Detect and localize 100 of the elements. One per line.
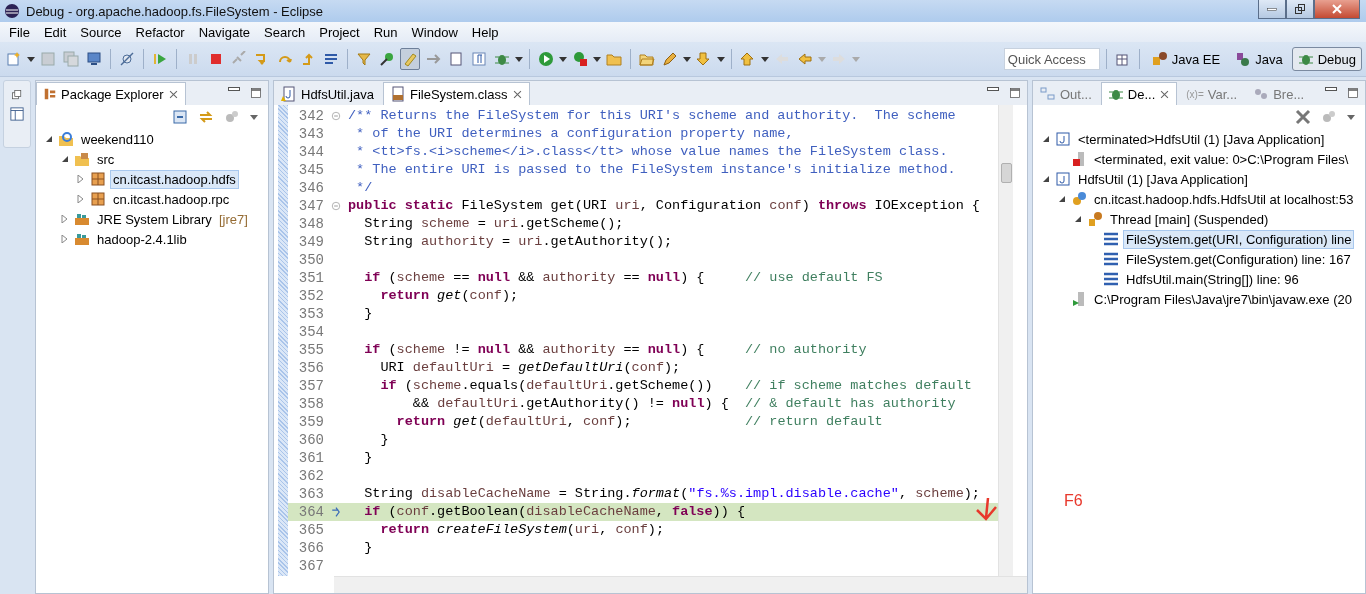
expanded-arrow-icon[interactable] (61, 155, 69, 163)
collapsed-arrow-icon[interactable] (61, 235, 69, 243)
tree-item[interactable]: FileSystem.get(Configuration) line: 167 (1123, 249, 1354, 269)
expanded-arrow-icon[interactable] (1074, 215, 1082, 223)
perspective-button[interactable]: Debug (1291, 47, 1362, 71)
menu-item[interactable]: Navigate (191, 24, 257, 40)
minimize-icon[interactable] (1325, 87, 1337, 91)
collapsed-arrow-icon[interactable] (77, 195, 85, 203)
menu-item[interactable]: Edit (36, 24, 74, 40)
editor-tab[interactable]: FileSystem.class (382, 82, 530, 105)
minimize-icon[interactable] (987, 87, 999, 91)
tree-item[interactable]: cn.itcast.hadoop.hdfs (110, 169, 239, 189)
expanded-arrow-icon[interactable] (1042, 135, 1050, 143)
package-icon (90, 191, 106, 207)
line-number: 361 (297, 450, 324, 466)
code-line: String authority = uri.getAuthority(); (363, 233, 673, 251)
save-icon (40, 51, 56, 67)
fold-icon (331, 201, 341, 211)
tree-item[interactable]: src (94, 149, 118, 169)
code-line: return get(defaultUri, conf); // return default (395, 413, 883, 431)
code-line: && defaultUri.getAuthority() != null) { // & default has authority (411, 395, 956, 413)
code-line: return get(conf); (379, 287, 519, 305)
expanded-arrow-icon[interactable] (1058, 195, 1066, 203)
project-icon (58, 131, 74, 147)
library-icon (74, 231, 90, 247)
scrollbar[interactable] (998, 105, 1013, 576)
caret-icon[interactable] (515, 56, 523, 62)
restore-button[interactable] (1286, 0, 1314, 19)
expanded-arrow-icon[interactable] (45, 135, 53, 143)
collapsed-arrow-icon[interactable] (77, 175, 85, 183)
tree-item[interactable]: FileSystem.get(URI, Configuration) line (1123, 229, 1355, 249)
menu-item[interactable]: Project (312, 24, 367, 40)
editor-tab[interactable]: HdfsUtil.java (274, 82, 381, 105)
java-file-icon (281, 86, 297, 102)
quick-access-field[interactable]: Quick Access (1003, 48, 1100, 70)
tree-item[interactable]: <terminated>HdfsUtil (1) [Java Application] (1075, 129, 1328, 149)
annotation-text: F6 (1064, 492, 1083, 510)
view-tab[interactable]: Package Explorer (36, 82, 186, 105)
variables-glyph: (x)= (1186, 88, 1204, 100)
tree-item[interactable]: <terminated, exit value: 0>C:\Program Files\ (1091, 149, 1352, 169)
close-icon (1332, 4, 1342, 14)
menu-item[interactable]: Refactor (128, 24, 192, 40)
menu-item[interactable]: Run (366, 24, 405, 40)
code-line: * The entire URI is passed to the FileSystem instance's initialize method. (355, 161, 956, 179)
line-number: 366 (297, 540, 324, 556)
caret-icon[interactable] (1347, 114, 1355, 120)
application-icon (1055, 131, 1071, 147)
menu-item[interactable]: Window (404, 24, 465, 40)
pencil-icon (662, 51, 678, 67)
code-line: URI defaultUri = getDefaultUri(conf); (379, 359, 681, 377)
perspective-button[interactable]: Java (1229, 47, 1289, 71)
caret-icon[interactable] (593, 56, 601, 62)
stop-icon (208, 51, 224, 67)
horizontal-scrollbar[interactable] (334, 576, 1027, 593)
line-number: 359 (297, 414, 324, 430)
tree-item[interactable]: cn.itcast.hadoop.rpc (110, 189, 233, 209)
caret-icon[interactable] (250, 114, 258, 120)
code-line: * of the URI determines a configuration property name, (355, 125, 794, 143)
outline-icon (1040, 86, 1056, 102)
layout-icon (10, 107, 24, 121)
gears-icon (224, 109, 240, 125)
breakpoints-icon (1253, 86, 1270, 102)
tree-item[interactable]: Thread [main] (Suspended) (1107, 209, 1272, 229)
expanded-arrow-icon[interactable] (1042, 175, 1050, 183)
menu-item[interactable]: Source (73, 24, 129, 40)
tree-item[interactable]: weekend110 (78, 129, 157, 149)
tree-item[interactable]: cn.itcast.hadoop.hdfs.HdfsUtil at localhost:53 (1091, 189, 1357, 209)
java-icon (1235, 51, 1252, 67)
skip-breakpoints-icon (119, 51, 135, 67)
tree-item[interactable]: C:\Program Files\Java\jre7\bin\javaw.exe (20 (1091, 289, 1355, 309)
caret-icon[interactable] (559, 56, 567, 62)
view-tab[interactable]: De... (1100, 82, 1178, 105)
caret-icon[interactable] (27, 56, 35, 62)
view-tab[interactable]: (x)= Var... (1179, 82, 1245, 105)
tree-item[interactable]: hadoop-2.4.1lib (94, 229, 190, 249)
open-perspective-icon (1114, 51, 1131, 67)
minimize-icon[interactable] (228, 87, 240, 91)
restore-icon (1295, 4, 1305, 14)
close-button[interactable] (1314, 0, 1360, 19)
tree-item[interactable]: JRE System Library (94, 209, 215, 229)
code-line: public static FileSystem get(URI uri, Configuration conf) throws IOException { (348, 197, 980, 215)
menu-item[interactable]: Search (257, 24, 313, 40)
view-tab[interactable]: Out... (1033, 82, 1099, 105)
tree-item[interactable]: HdfsUtil.main(String[]) line: 96 (1123, 269, 1302, 289)
code-line: String disableCacheName = String.format("fs.%s.impl.disable.cache", scheme); (363, 485, 980, 503)
menu-item[interactable]: File (2, 24, 37, 40)
perspective-button[interactable]: Java EE (1145, 47, 1227, 71)
caret-icon[interactable] (761, 56, 769, 62)
collapsed-arrow-icon[interactable] (61, 215, 69, 223)
line-number: 348 (297, 216, 324, 232)
line-number: 344 (297, 144, 324, 160)
caret-icon[interactable] (683, 56, 691, 62)
caret-icon[interactable] (717, 56, 725, 62)
breakpoint-icon (379, 51, 395, 67)
external-tools-icon (572, 51, 588, 67)
view-tab[interactable]: Bre... (1246, 82, 1312, 105)
tree-item[interactable]: HdfsUtil (1) [Java Application] (1075, 169, 1251, 189)
minimize-button[interactable] (1258, 0, 1286, 19)
menu-item[interactable]: Help (464, 24, 506, 40)
restore-icon (11, 89, 23, 101)
